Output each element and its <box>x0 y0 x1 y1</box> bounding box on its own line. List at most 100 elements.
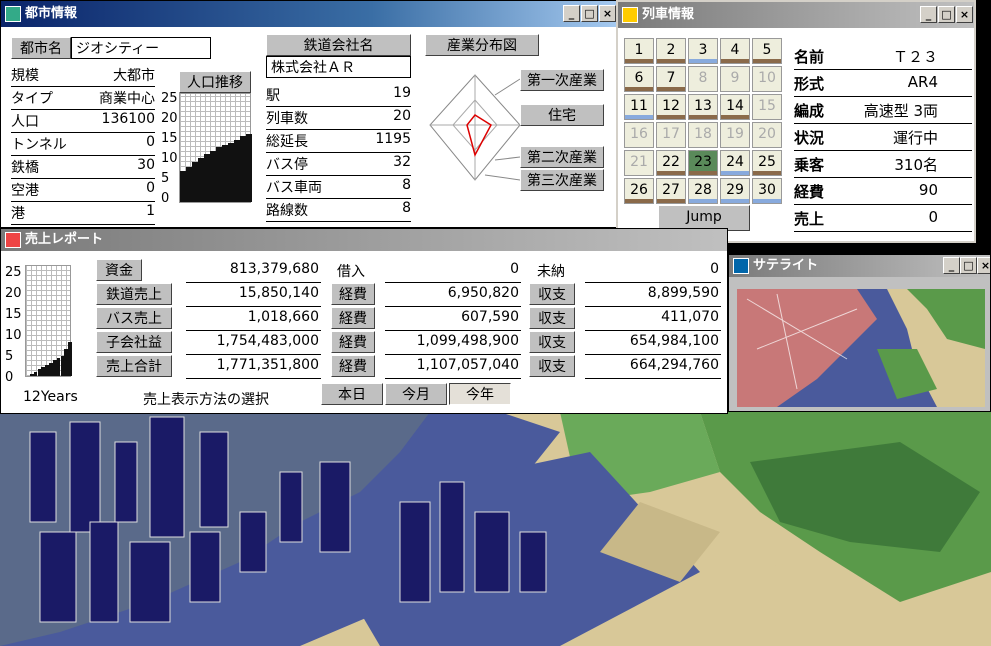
train-cell[interactable]: 5 <box>752 38 782 64</box>
sales-row-label[interactable]: バス売上 <box>96 307 172 329</box>
industry-map-button[interactable]: 産業分布図 <box>425 34 539 56</box>
train-info-window[interactable]: 列車情報 _ □ × 1 2 3 4 5 6 7 8 9 10 11 12 13 14 15 16 17 18 19… <box>616 0 976 243</box>
train-cell[interactable]: 15 <box>752 94 782 120</box>
satellite-title: サテライト <box>753 258 819 273</box>
train-cell-stripe <box>689 171 717 175</box>
maximize-icon[interactable]: □ <box>960 257 977 274</box>
maximize-icon[interactable]: □ <box>938 6 955 23</box>
train-cell[interactable]: 13 <box>688 94 718 120</box>
city-info-window[interactable]: 都市情報 _ □ × 都市名 ジオシティー 規模 大都市 タイプ 商業中心 人口 1361… <box>0 0 620 228</box>
train-cell[interactable]: 10 <box>752 66 782 92</box>
train-cell[interactable]: 21 <box>624 150 654 176</box>
train-cell[interactable]: 14 <box>720 94 750 120</box>
sales-report-titlebar[interactable]: 売上レポート <box>1 229 727 251</box>
train-cell[interactable]: 4 <box>720 38 750 64</box>
train-cell-stripe <box>689 115 717 119</box>
train-cell[interactable]: 18 <box>688 122 718 148</box>
company-name-field[interactable]: 株式会社ＡＲ <box>266 56 411 78</box>
train-cell[interactable]: 1 <box>624 38 654 64</box>
satellite-titlebar[interactable]: サテライト _ □ × <box>729 255 990 277</box>
train-cell[interactable]: 7 <box>656 66 686 92</box>
train-field-label: 編成 <box>794 102 825 120</box>
sales-axis-tick: 15 <box>5 307 22 322</box>
train-field-value: 90 <box>918 181 938 199</box>
period-tab[interactable]: 今年 <box>449 383 511 405</box>
sales-row-label3[interactable]: 収支 <box>529 283 575 305</box>
train-field-label: 形式 <box>794 75 825 93</box>
satellite-map[interactable] <box>737 289 985 407</box>
close-icon[interactable]: × <box>599 5 616 22</box>
train-cell[interactable]: 25 <box>752 150 782 176</box>
sales-row-label[interactable]: 売上合計 <box>96 355 172 377</box>
city-stat-row: 人口 136100 <box>11 111 155 133</box>
rail-stat-row: バス車両 8 <box>266 177 411 199</box>
minimize-icon[interactable]: _ <box>920 6 937 23</box>
train-field-value: 高速型 3両 <box>863 102 938 120</box>
sales-row-label3[interactable]: 収支 <box>529 307 575 329</box>
city-name-field[interactable]: ジオシティー <box>71 37 211 59</box>
city-stat-row: 港1 <box>11 203 155 225</box>
city-3d-view[interactable] <box>0 412 991 646</box>
satellite-icon <box>733 258 749 274</box>
train-cell[interactable]: 23 <box>688 150 718 176</box>
train-field-row: 名前 Ｔ２３ <box>794 46 972 70</box>
train-cell[interactable]: 30 <box>752 178 782 204</box>
close-icon[interactable]: × <box>977 257 990 274</box>
minimize-icon[interactable]: _ <box>563 5 580 22</box>
sales-row-value: 813,379,680 <box>186 261 321 283</box>
close-icon[interactable]: × <box>956 6 973 23</box>
sales-row-label[interactable]: 子会社益 <box>96 331 172 353</box>
train-cell-stripe <box>753 59 781 63</box>
axis-tick-label: 20 <box>161 111 178 126</box>
train-cell[interactable]: 9 <box>720 66 750 92</box>
train-cell[interactable]: 6 <box>624 66 654 92</box>
train-cell[interactable]: 22 <box>656 150 686 176</box>
train-cell[interactable]: 29 <box>720 178 750 204</box>
sales-row-label3[interactable]: 収支 <box>529 355 575 377</box>
sales-row-label2: 借入 <box>337 264 365 280</box>
city-scene <box>0 412 991 646</box>
train-cell[interactable]: 19 <box>720 122 750 148</box>
sales-row-label: 資金 <box>96 259 142 281</box>
sales-row-label3: 未納 <box>537 264 565 280</box>
sales-row-label2[interactable]: 経費 <box>331 307 375 329</box>
sales-row-label2[interactable]: 経費 <box>331 283 375 305</box>
train-cell[interactable]: 26 <box>624 178 654 204</box>
sales-row-label2[interactable]: 経費 <box>331 331 375 353</box>
train-cell[interactable]: 27 <box>656 178 686 204</box>
minimize-icon[interactable]: _ <box>943 257 960 274</box>
train-cell[interactable]: 16 <box>624 122 654 148</box>
train-cell[interactable]: 24 <box>720 150 750 176</box>
train-cell[interactable]: 11 <box>624 94 654 120</box>
city-stat-value: 0 <box>146 180 155 196</box>
city-info-titlebar[interactable]: 都市情報 _ □ × <box>1 1 619 27</box>
city-stat-label: 人口 <box>11 114 39 130</box>
train-cell[interactable]: 17 <box>656 122 686 148</box>
industry-label: 第二次産業 <box>520 146 604 168</box>
rail-stat-row: 列車数 20 <box>266 108 411 130</box>
sales-report-window[interactable]: 売上レポート 25 20 15 10 5 0 12Years 売上表示方法の選択 本日 今月… <box>0 228 728 414</box>
train-cell[interactable]: 20 <box>752 122 782 148</box>
train-cell[interactable]: 8 <box>688 66 718 92</box>
population-trend-button[interactable]: 人口推移 <box>179 71 251 93</box>
city-stat-row: 空港 0 <box>11 180 155 202</box>
train-info-title: 列車情報 <box>642 7 695 22</box>
sales-row-label2[interactable]: 経費 <box>331 355 375 377</box>
train-cell[interactable]: 12 <box>656 94 686 120</box>
train-field-value: AR4 <box>907 73 938 91</box>
period-tab[interactable]: 本日 <box>321 383 383 405</box>
sales-row-value2: 1,099,498,900 <box>385 333 521 355</box>
train-cell[interactable]: 3 <box>688 38 718 64</box>
maximize-icon[interactable]: □ <box>581 5 598 22</box>
sales-row-label3[interactable]: 収支 <box>529 331 575 353</box>
train-cell[interactable]: 2 <box>656 38 686 64</box>
train-cell-stripe <box>721 171 749 175</box>
sales-bar <box>68 342 72 376</box>
period-tab[interactable]: 今月 <box>385 383 447 405</box>
train-info-titlebar[interactable]: 列車情報 _ □ × <box>618 2 974 28</box>
train-cell[interactable]: 28 <box>688 178 718 204</box>
city-stat-label: タイプ <box>11 91 53 107</box>
sales-row-label[interactable]: 鉄道売上 <box>96 283 172 305</box>
satellite-window[interactable]: サテライト _ □ × <box>728 254 991 412</box>
sales-row-value3: 0 <box>585 261 721 283</box>
